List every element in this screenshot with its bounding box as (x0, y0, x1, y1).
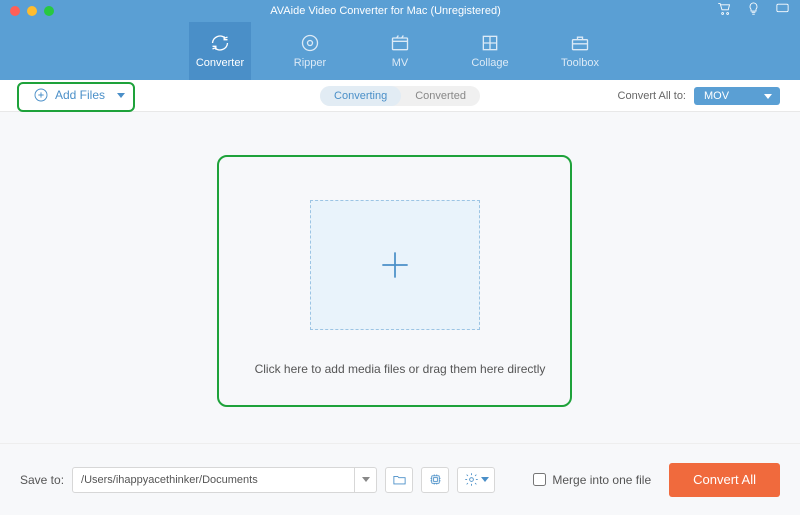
hint-icon[interactable] (746, 1, 761, 21)
open-folder-button[interactable] (385, 467, 413, 493)
nav-label: Converter (196, 57, 244, 69)
merge-label: Merge into one file (552, 473, 651, 487)
tab-converted[interactable]: Converted (401, 86, 480, 106)
collage-icon (480, 33, 500, 53)
subbar: Add Files Converting Converted Convert A… (0, 80, 800, 112)
window-controls (10, 6, 54, 16)
nav-label: Ripper (294, 57, 326, 69)
cart-icon[interactable] (717, 1, 732, 21)
nav-label: Toolbox (561, 57, 599, 69)
minimize-icon[interactable] (27, 6, 37, 16)
add-files-label: Add Files (55, 88, 105, 102)
folder-icon (392, 472, 407, 487)
nav-ripper[interactable]: Ripper (279, 22, 341, 80)
save-path-field[interactable]: /Users/ihappyacethinker/Documents (72, 467, 377, 493)
maximize-icon[interactable] (44, 6, 54, 16)
nav-converter[interactable]: Converter (189, 22, 251, 80)
nav-mv[interactable]: MV (369, 22, 431, 80)
save-path-dropdown[interactable] (354, 468, 376, 492)
convert-all-to-label: Convert All to: (618, 90, 686, 102)
main-nav: Converter Ripper MV Collage Toolbox (0, 22, 800, 80)
footer: Save to: /Users/ihappyacethinker/Documen… (0, 443, 800, 515)
settings-button[interactable] (457, 467, 495, 493)
ripper-icon (300, 33, 320, 53)
output-format-select[interactable]: MOV (694, 87, 780, 105)
chip-icon (428, 472, 443, 487)
add-files-button[interactable]: Add Files (25, 83, 133, 107)
merge-checkbox[interactable]: Merge into one file (533, 473, 651, 487)
merge-checkbox-input[interactable] (533, 473, 546, 486)
converter-icon (210, 33, 230, 53)
mv-icon (390, 33, 410, 53)
close-icon[interactable] (10, 6, 20, 16)
save-to-label: Save to: (20, 473, 64, 487)
chevron-down-icon (481, 477, 489, 482)
window-title: AVAide Video Converter for Mac (Unregist… (54, 5, 717, 17)
status-tabs: Converting Converted (320, 86, 480, 106)
plus-icon (376, 246, 414, 284)
gear-icon (464, 472, 479, 487)
tab-converting[interactable]: Converting (320, 86, 401, 106)
drop-zone[interactable] (310, 200, 480, 330)
nav-toolbox[interactable]: Toolbox (549, 22, 611, 80)
convert-all-button[interactable]: Convert All (669, 463, 780, 497)
titlebar: AVAide Video Converter for Mac (Unregist… (0, 0, 800, 22)
nav-collage[interactable]: Collage (459, 22, 521, 80)
feedback-icon[interactable] (775, 1, 790, 21)
hardware-accel-button[interactable] (421, 467, 449, 493)
nav-label: Collage (471, 57, 508, 69)
chevron-down-icon (117, 93, 125, 98)
toolbox-icon (570, 33, 590, 53)
plus-circle-icon (33, 87, 49, 103)
save-path-text: /Users/ihappyacethinker/Documents (73, 474, 354, 486)
convert-all-to: Convert All to: MOV (618, 87, 780, 105)
nav-label: MV (392, 57, 409, 69)
drop-hint: Click here to add media files or drag th… (0, 362, 800, 376)
